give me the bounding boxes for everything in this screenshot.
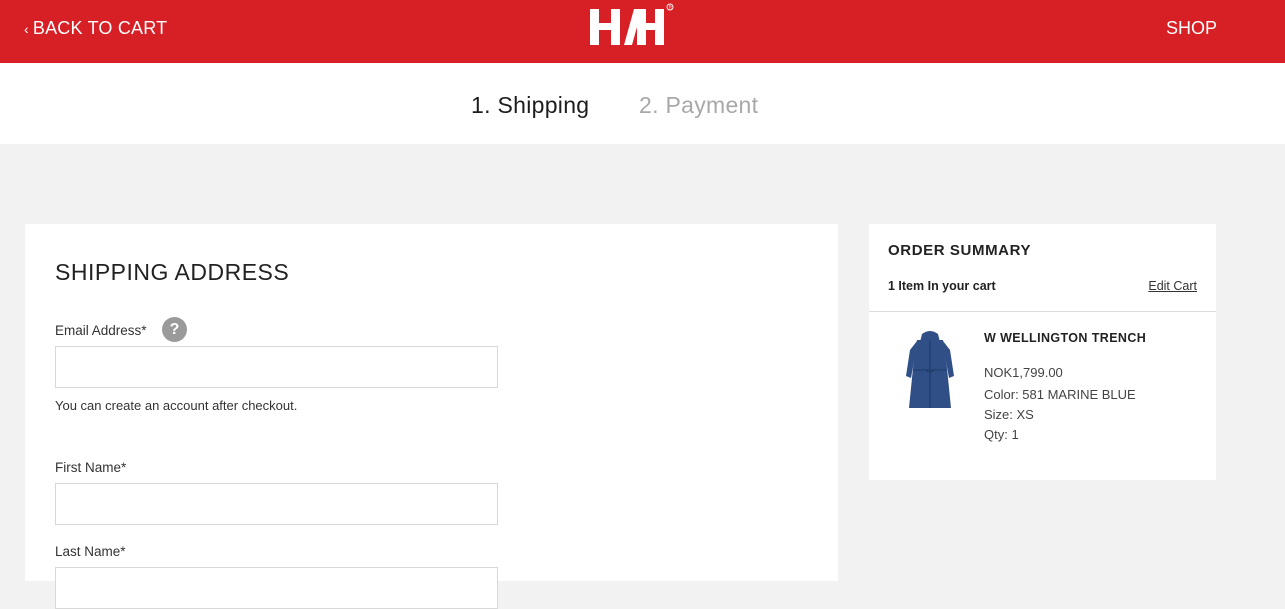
shop-link[interactable]: SHOP (1166, 18, 1217, 39)
step-shipping[interactable]: 1. Shipping (471, 92, 589, 119)
edit-cart-link[interactable]: Edit Cart (1148, 279, 1197, 293)
order-summary-panel: ORDER SUMMARY 1 Item In your cart Edit C… (869, 224, 1216, 480)
product-size: Size: XS (984, 407, 1034, 422)
product-price: NOK1,799.00 (984, 365, 1063, 380)
shipping-address-panel: SHIPPING ADDRESS Email Address* ? You ca… (25, 224, 838, 609)
summary-divider (869, 311, 1216, 312)
last-name-field[interactable] (55, 567, 498, 609)
chevron-left-icon: ‹ (24, 20, 29, 37)
email-label: Email Address* (55, 323, 147, 338)
product-image[interactable] (899, 328, 961, 412)
brand-logo[interactable]: R (589, 3, 674, 49)
cart-item-count: 1 Item In your cart (888, 279, 996, 293)
product-name[interactable]: W WELLINGTON TRENCH (984, 331, 1146, 345)
back-to-cart-label: BACK TO CART (32, 18, 168, 38)
step-payment[interactable]: 2. Payment (639, 92, 758, 119)
product-color: Color: 581 MARINE BLUE (984, 387, 1136, 402)
first-name-label: First Name* (55, 460, 127, 475)
back-to-cart-link[interactable]: ‹ BACK TO CART (24, 18, 167, 39)
help-icon[interactable]: ? (162, 317, 187, 342)
product-qty: Qty: 1 (984, 427, 1019, 442)
order-summary-title: ORDER SUMMARY (888, 242, 1032, 259)
email-hint: You can create an account after checkout… (55, 398, 298, 413)
shipping-address-title: SHIPPING ADDRESS (55, 259, 290, 285)
last-name-label: Last Name* (55, 544, 126, 559)
checkout-steps: 1. Shipping 2. Payment (0, 63, 1285, 144)
header-bar: ‹ BACK TO CART R SHOP (0, 0, 1285, 63)
email-field[interactable] (55, 346, 498, 388)
first-name-field[interactable] (55, 483, 498, 525)
